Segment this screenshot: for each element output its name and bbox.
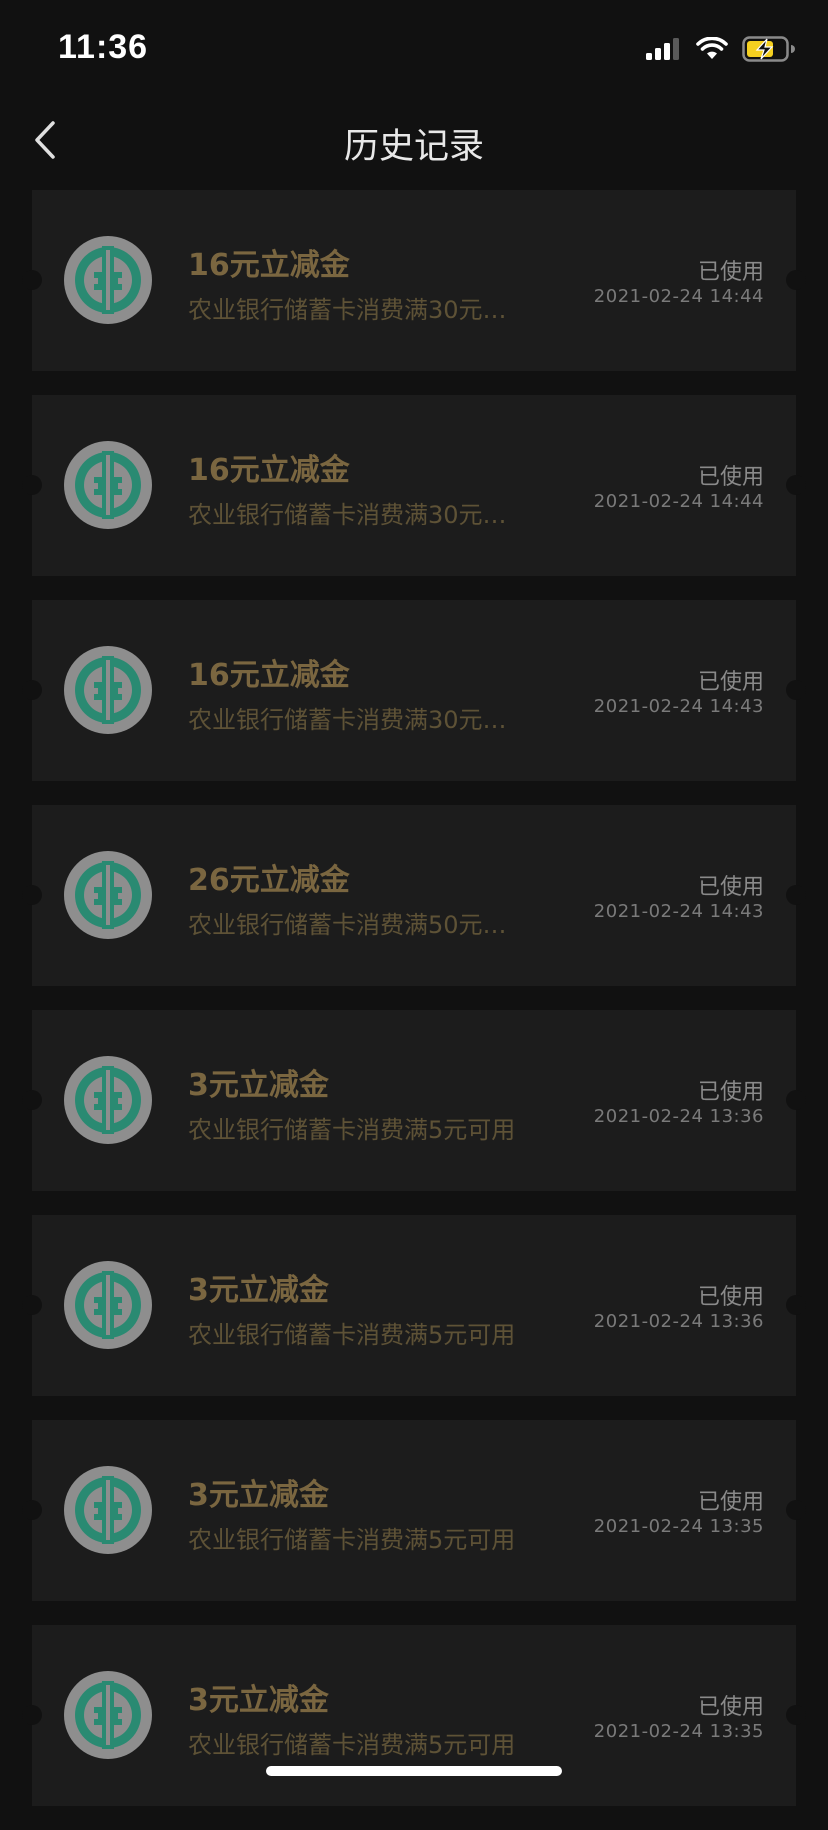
nav-bar: 历史记录 [0,100,828,180]
page-title: 历史记录 [343,127,484,167]
coupon-title: 3元立减金 [188,1683,329,1718]
coupon-card[interactable]: 26元立减金 农业银行储蓄卡消费满50元可用 已使用 2021-02-24 14… [22,805,806,986]
coupon-card[interactable]: 3元立减金 农业银行储蓄卡消费满5元可用 已使用 2021-02-24 13:3… [22,1215,806,1396]
coupon-description: 农业银行储蓄卡消费满30元可用 [188,501,528,529]
coupon-description: 农业银行储蓄卡消费满5元可用 [188,1321,516,1349]
card-notch-right [786,885,806,905]
coupon-title: 16元立减金 [188,658,350,693]
card-notch-right [786,475,806,495]
coupon-title: 16元立减金 [188,248,350,283]
coupon-description: 农业银行储蓄卡消费满50元可用 [188,911,528,939]
coupon-status: 已使用 [697,465,764,490]
signal-icon [646,38,679,60]
coupon-time: 2021-02-24 14:43 [593,901,764,922]
abc-bank-logo [64,851,152,939]
coupon-card[interactable]: 3元立减金 农业银行储蓄卡消费满5元可用 已使用 2021-02-24 13:3… [22,1010,806,1191]
card-notch-right [786,270,806,290]
coupon-card[interactable]: 16元立减金 农业银行储蓄卡消费满30元可用 已使用 2021-02-24 14… [22,600,806,781]
abc-bank-logo [64,1056,152,1144]
card-notch-left [22,475,42,495]
coupon-time: 2021-02-24 14:44 [593,491,764,512]
abc-bank-logo [64,1261,152,1349]
coupon-time: 2021-02-24 13:35 [593,1516,764,1537]
abc-bank-logo [64,1466,152,1554]
coupon-status: 已使用 [697,1490,764,1515]
coupon-title: 3元立减金 [188,1478,329,1513]
coupon-description: 农业银行储蓄卡消费满5元可用 [188,1731,516,1759]
status-bar: 11:36 [0,0,828,100]
coupon-description: 农业银行储蓄卡消费满30元可用 [188,296,528,324]
coupon-card[interactable]: 3元立减金 农业银行储蓄卡消费满5元可用 已使用 2021-02-24 13:3… [22,1625,806,1806]
coupon-status: 已使用 [697,260,764,285]
coupon-time: 2021-02-24 13:35 [593,1721,764,1742]
coupon-description: 农业银行储蓄卡消费满5元可用 [188,1116,516,1144]
card-notch-right [786,1705,806,1725]
battery-charging-icon [742,36,795,62]
abc-bank-logo [64,646,152,734]
coupon-time: 2021-02-24 13:36 [593,1311,764,1332]
coupon-description: 农业银行储蓄卡消费满30元可用 [188,706,528,734]
card-notch-left [22,885,42,905]
wifi-icon [696,37,728,59]
coupon-title: 3元立减金 [188,1273,329,1308]
coupon-card[interactable]: 16元立减金 农业银行储蓄卡消费满30元可用 已使用 2021-02-24 14… [22,395,806,576]
card-notch-left [22,270,42,290]
abc-bank-logo [64,441,152,529]
coupon-title: 16元立减金 [188,453,350,488]
coupon-title: 3元立减金 [188,1068,329,1103]
coupon-status: 已使用 [697,1080,764,1105]
card-notch-right [786,1295,806,1315]
coupon-status: 已使用 [697,1695,764,1720]
card-notch-left [22,1295,42,1315]
coupon-status: 已使用 [697,875,764,900]
coupon-card[interactable]: 3元立减金 农业银行储蓄卡消费满5元可用 已使用 2021-02-24 13:3… [22,1420,806,1601]
card-notch-right [786,680,806,700]
card-notch-right [786,1090,806,1110]
status-time: 11:36 [58,28,149,66]
home-indicator[interactable] [266,1766,562,1776]
abc-bank-logo [64,1671,152,1759]
card-notch-left [22,680,42,700]
card-notch-left [22,1705,42,1725]
coupon-title: 26元立减金 [188,863,350,898]
coupon-status: 已使用 [697,670,764,695]
coupon-list: 16元立减金 农业银行储蓄卡消费满30元可用 已使用 2021-02-24 14… [22,190,806,1830]
coupon-time: 2021-02-24 13:36 [593,1106,764,1127]
coupon-description: 农业银行储蓄卡消费满5元可用 [188,1526,516,1554]
coupon-card[interactable]: 16元立减金 农业银行储蓄卡消费满30元可用 已使用 2021-02-24 14… [22,190,806,371]
coupon-time: 2021-02-24 14:44 [593,286,764,307]
coupon-time: 2021-02-24 14:43 [593,696,764,717]
card-notch-right [786,1500,806,1520]
status-icons [646,36,796,62]
card-notch-left [22,1090,42,1110]
card-notch-left [22,1500,42,1520]
coupon-status: 已使用 [697,1285,764,1310]
abc-bank-logo [64,236,152,324]
